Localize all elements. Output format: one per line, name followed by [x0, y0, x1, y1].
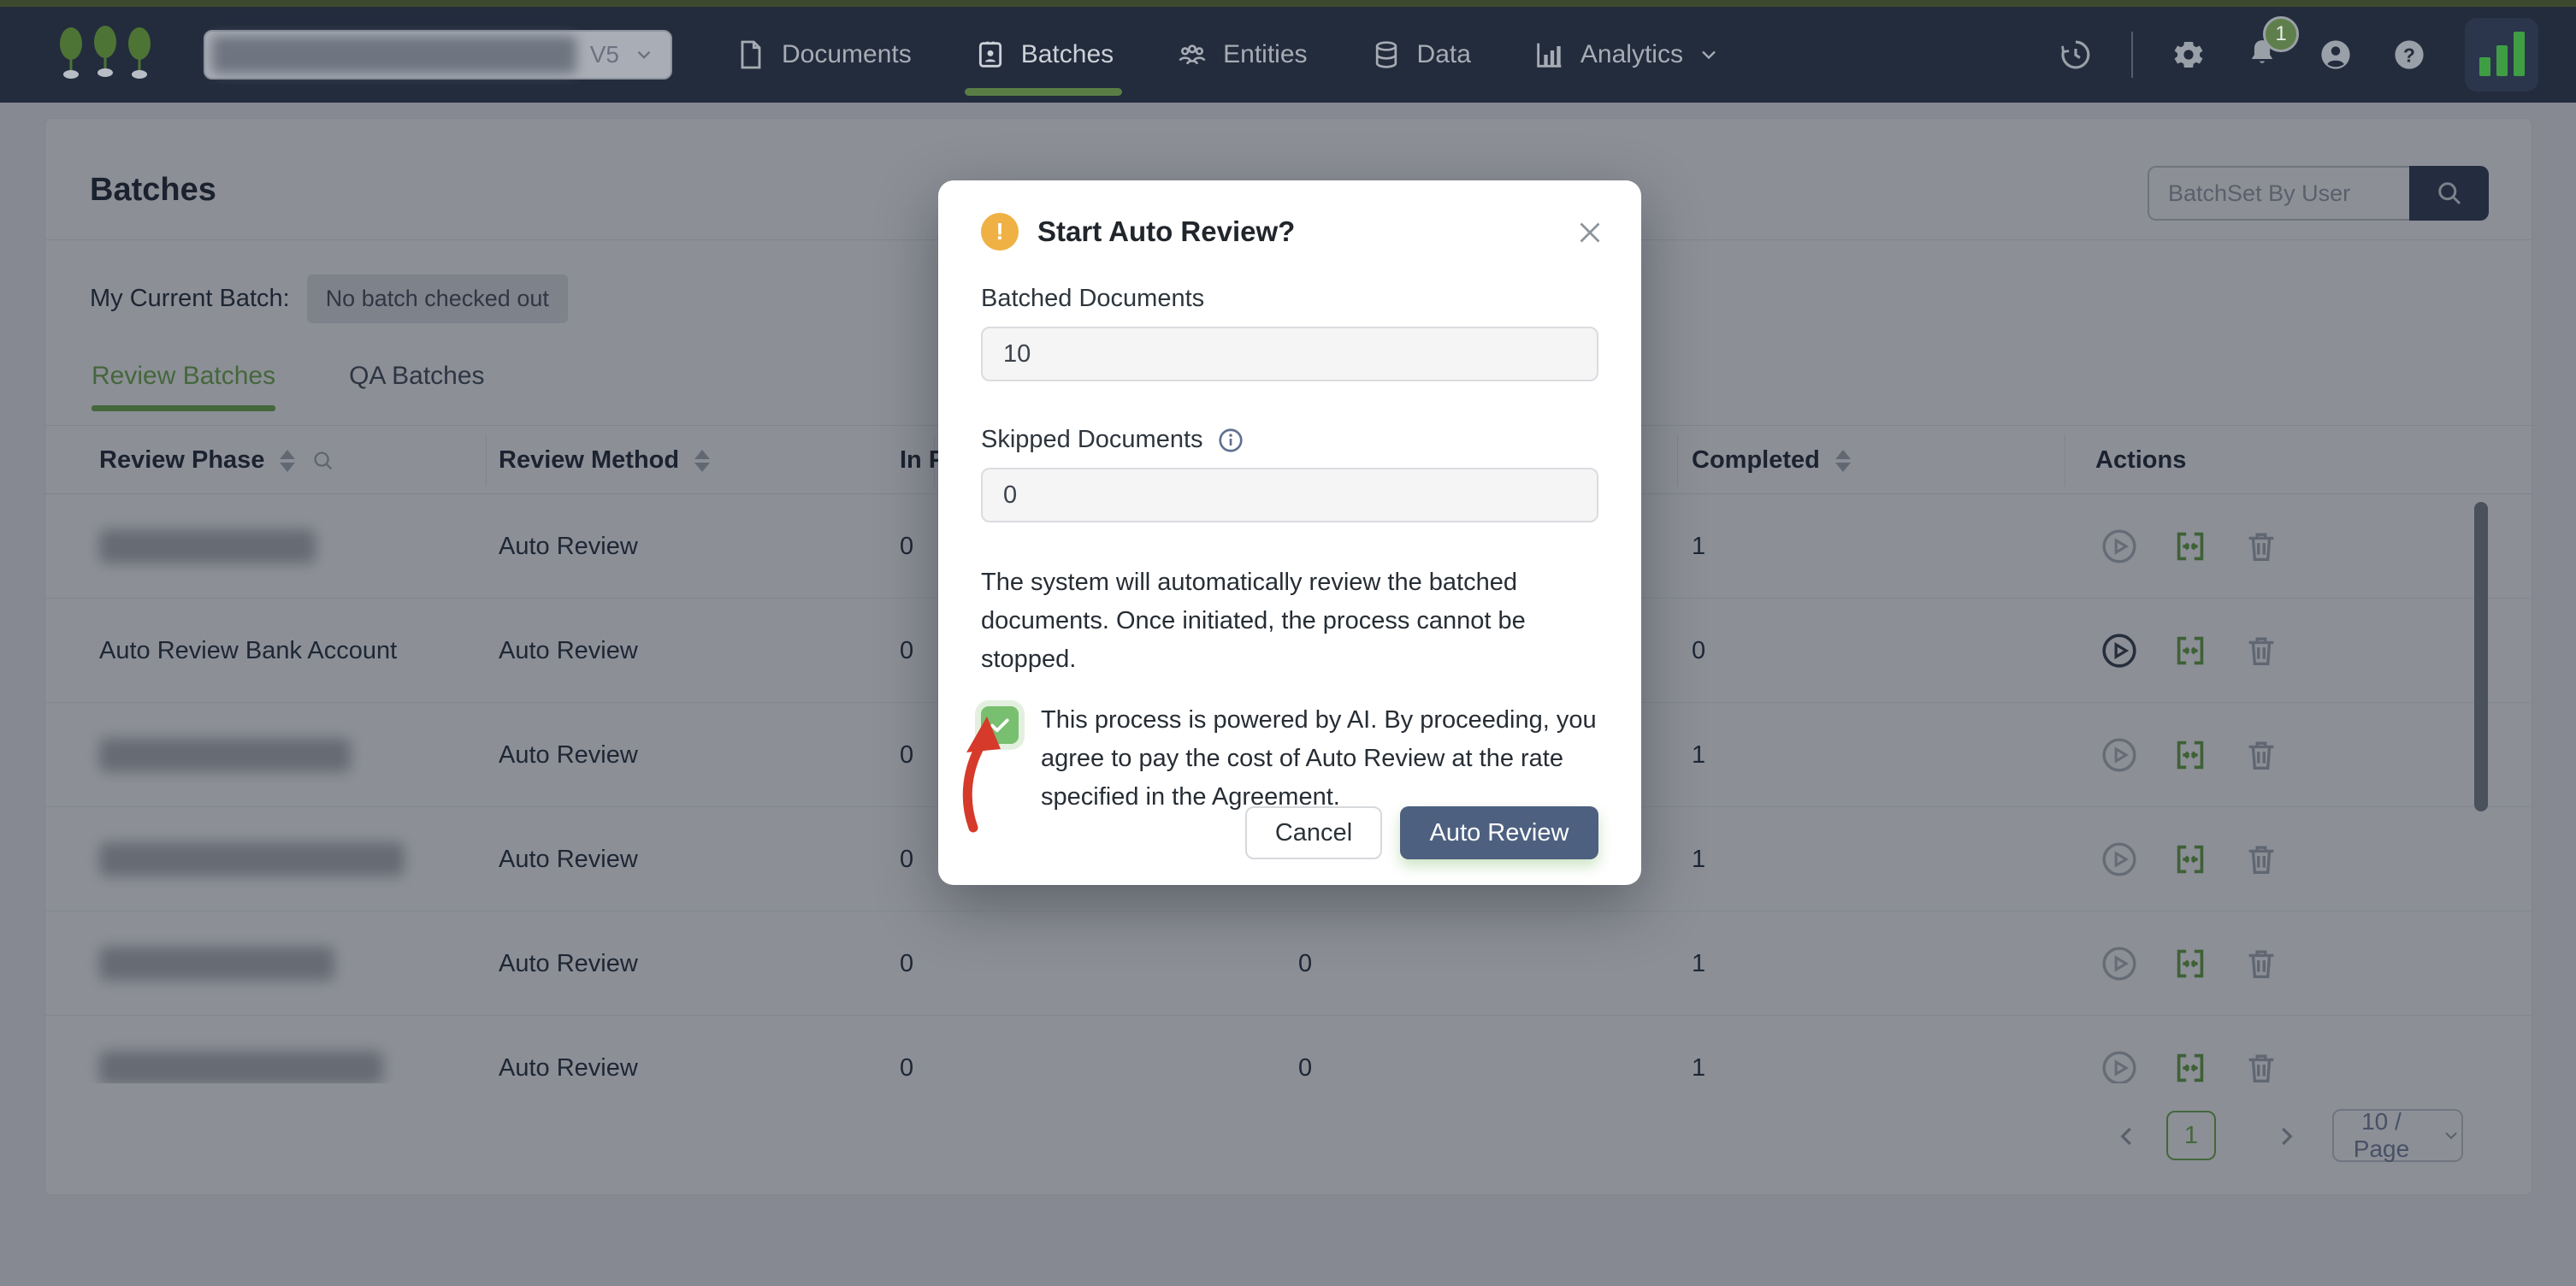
data-icon [1369, 38, 1403, 72]
warning-icon: ! [981, 213, 1019, 251]
batched-documents-label: Batched Documents [981, 285, 1204, 313]
info-icon[interactable] [1217, 427, 1244, 454]
nav-item-documents[interactable]: Documents [734, 7, 912, 103]
org-selector[interactable]: V5 [204, 30, 672, 80]
dialog-header: ! Start Auto Review? [981, 180, 1598, 251]
checkmark-icon [987, 712, 1013, 738]
skipped-documents-label: Skipped Documents [981, 426, 1203, 454]
document-icon [734, 38, 768, 72]
app-window: V5 Documents Batches Entities Data [0, 0, 2576, 1286]
ai-consent-checkbox[interactable] [981, 706, 1019, 744]
nav-item-label: Documents [782, 40, 912, 69]
org-version-label: V5 [590, 41, 619, 68]
org-name-redacted [212, 36, 576, 74]
nav-item-label: Analytics [1580, 40, 1683, 69]
nav-item-data[interactable]: Data [1369, 7, 1471, 103]
close-dialog-button[interactable] [1571, 215, 1609, 252]
ai-consent-text: This process is powered by AI. By procee… [1041, 701, 1598, 817]
nav-item-analytics[interactable]: Analytics [1533, 7, 1721, 103]
batched-documents-input[interactable] [981, 327, 1598, 381]
app-switcher-icon[interactable] [2465, 18, 2538, 91]
dialog-buttons: Cancel Auto Review [1245, 806, 1598, 859]
nav-menu: Documents Batches Entities Data Analytic… [734, 7, 1721, 103]
auto-review-button[interactable]: Auto Review [1400, 806, 1598, 859]
nav-divider [2131, 32, 2133, 78]
top-nav: V5 Documents Batches Entities Data [0, 7, 2576, 103]
app-logo-trees-icon [53, 25, 157, 85]
nav-item-batches[interactable]: Batches [973, 7, 1114, 103]
svg-text:?: ? [2403, 44, 2415, 66]
analytics-icon [1533, 38, 1567, 72]
entities-icon [1175, 38, 1209, 72]
settings-gear-icon[interactable] [2171, 37, 2207, 73]
skipped-documents-input[interactable] [981, 468, 1598, 522]
dialog-title: Start Auto Review? [1037, 215, 1295, 248]
nav-item-label: Data [1417, 40, 1471, 69]
notifications[interactable]: 1 [2244, 35, 2280, 75]
notification-badge: 1 [2263, 16, 2299, 52]
skipped-documents-field: Skipped Documents [981, 426, 1598, 454]
close-icon [1575, 217, 1605, 248]
user-avatar-icon[interactable] [2318, 37, 2354, 73]
nav-item-entities[interactable]: Entities [1175, 7, 1307, 103]
batched-documents-field: Batched Documents [981, 285, 1598, 313]
dialog-body-text: The system will automatically review the… [981, 563, 1588, 679]
start-auto-review-dialog: ! Start Auto Review? Batched Documents S… [938, 180, 1641, 885]
batches-icon [973, 38, 1007, 72]
top-accent-strip [0, 0, 2576, 7]
cancel-button[interactable]: Cancel [1245, 806, 1382, 859]
help-icon[interactable]: ? [2391, 37, 2427, 73]
nav-utilities: 1 ? [2058, 18, 2538, 91]
history-icon[interactable] [2058, 37, 2094, 73]
chevron-down-icon [1697, 43, 1721, 67]
nav-item-label: Batches [1021, 40, 1114, 69]
ai-consent-row: This process is powered by AI. By procee… [981, 701, 1598, 817]
chevron-down-icon [633, 44, 655, 66]
nav-item-label: Entities [1223, 40, 1307, 69]
